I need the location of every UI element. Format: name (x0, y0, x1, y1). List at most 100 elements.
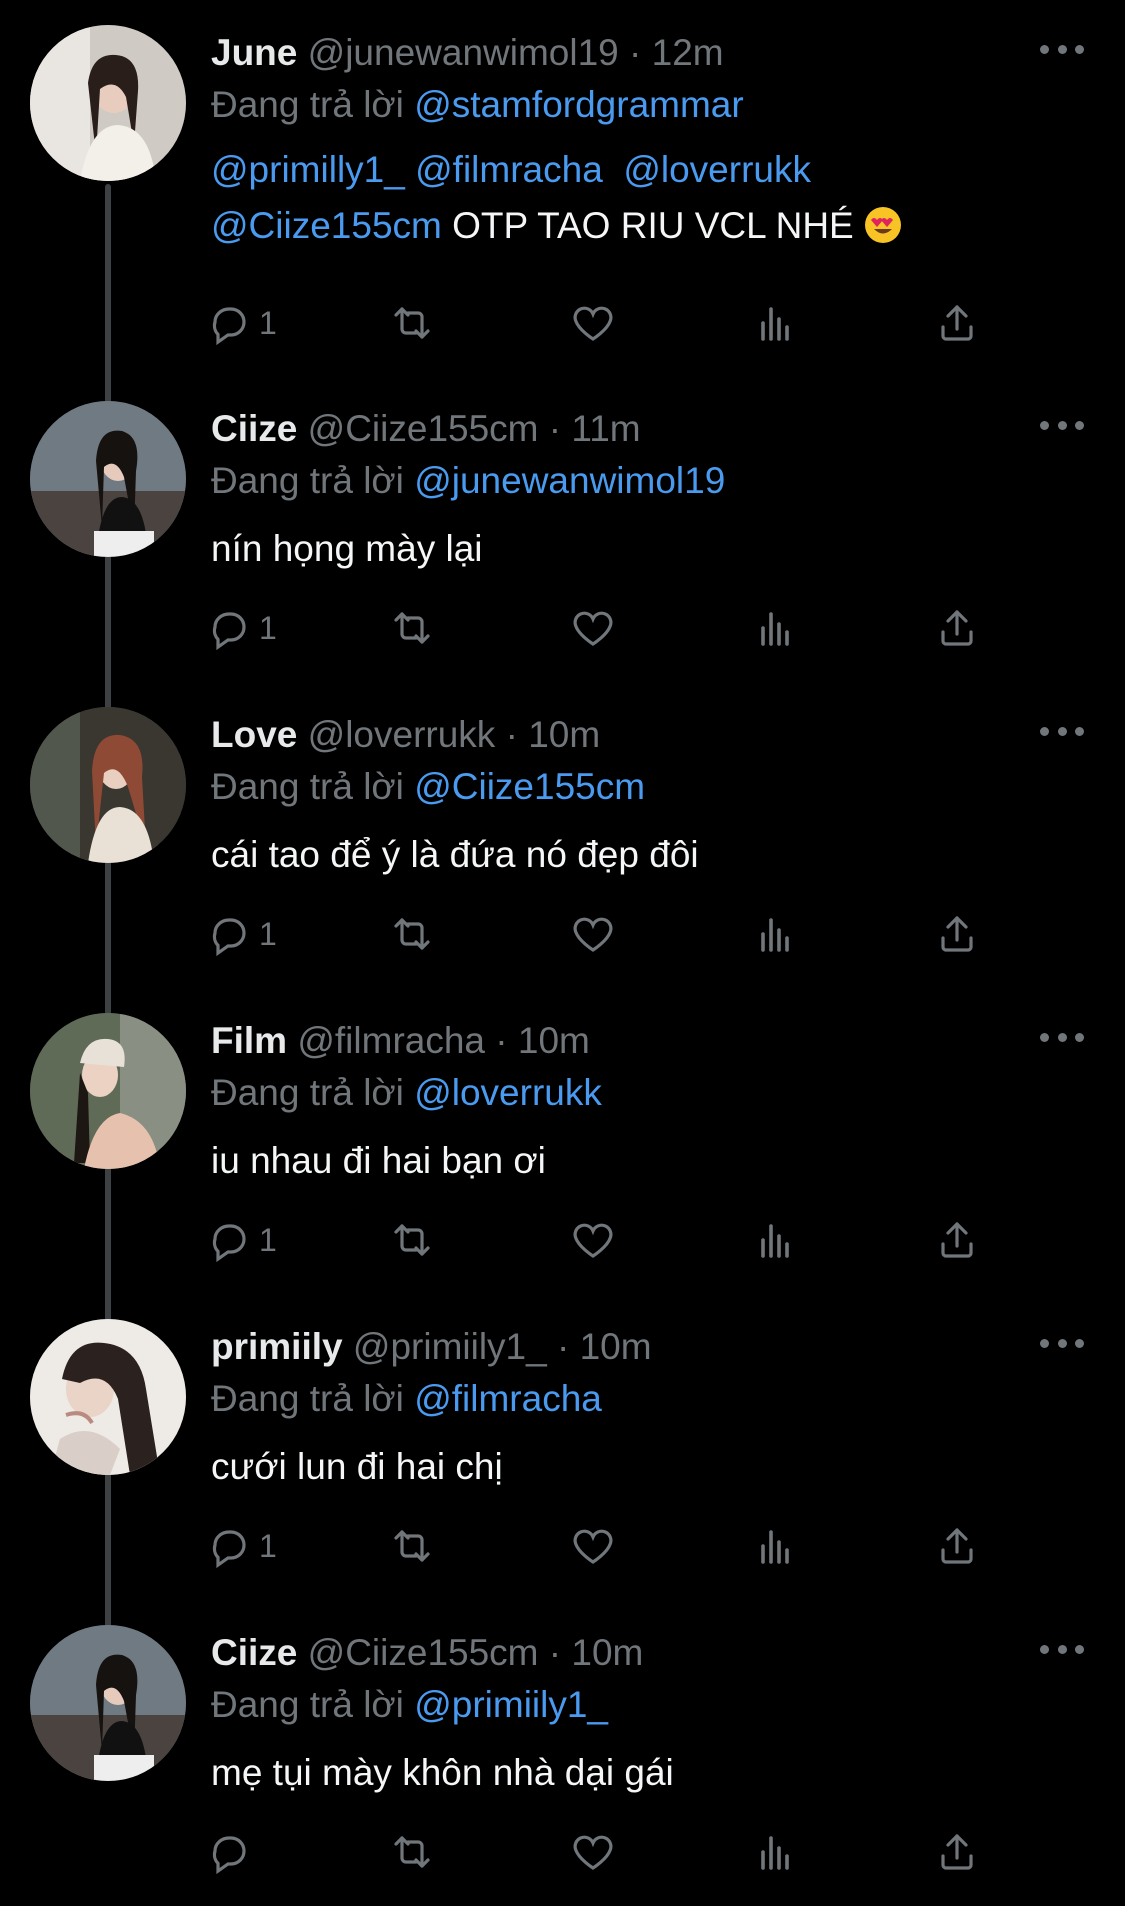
analytics-icon (751, 1522, 799, 1570)
heart-icon (569, 1522, 617, 1570)
mention-link[interactable]: @Ciize155cm (211, 205, 442, 246)
share-button[interactable] (933, 906, 981, 962)
like-button[interactable] (569, 600, 617, 656)
views-button[interactable] (751, 600, 799, 656)
user-handle[interactable]: @Ciize155cm (308, 1632, 539, 1673)
reply-icon (205, 604, 253, 652)
avatar[interactable] (30, 401, 186, 557)
analytics-icon (751, 604, 799, 652)
share-button[interactable] (933, 1824, 981, 1880)
avatar[interactable] (30, 707, 186, 863)
reply-icon (205, 1216, 253, 1264)
replying-to-label: Đang trả lời (211, 1378, 404, 1419)
mention-link[interactable]: @loverrukk (623, 149, 811, 190)
reply-button[interactable]: 1 (205, 600, 277, 656)
timestamp[interactable]: 12m (652, 32, 724, 73)
tweet[interactable]: June @junewanwimol19 · 12m Đang trả lời … (0, 0, 1125, 346)
mention-link[interactable]: @primiily1_ (414, 1684, 608, 1725)
display-name[interactable]: Ciize (211, 408, 297, 449)
user-handle[interactable]: @filmracha (297, 1020, 485, 1061)
mention-link[interactable]: @loverrukk (414, 1072, 602, 1113)
share-button[interactable] (933, 295, 981, 351)
mention-link[interactable]: @junewanwimol19 (414, 460, 725, 501)
timestamp[interactable]: 10m (580, 1326, 652, 1367)
separator-dot: · (548, 1632, 562, 1673)
avatar[interactable] (30, 1319, 186, 1475)
tweet[interactable]: Film @filmracha · 10m Đang trả lời @lover… (0, 988, 1125, 1294)
retweet-button[interactable] (388, 1824, 436, 1880)
mention-link[interactable]: @primilly1_ (211, 149, 405, 190)
tweet-text: iu nhau đi hai bạn ơi (211, 1140, 546, 1181)
timestamp[interactable]: 10m (528, 714, 600, 755)
display-name[interactable]: Film (211, 1020, 287, 1061)
display-name[interactable]: June (211, 32, 297, 73)
user-handle[interactable]: @loverrukk (308, 714, 496, 755)
retweet-icon (388, 299, 436, 347)
replying-to-label: Đang trả lời (211, 766, 404, 807)
more-dots-icon[interactable] (1040, 1334, 1084, 1352)
like-button[interactable] (569, 1824, 617, 1880)
more-dots-icon[interactable] (1040, 1640, 1084, 1658)
display-name[interactable]: primiily (211, 1326, 343, 1367)
tweet[interactable]: Ciize @Ciize155cm · 11m Đang trả lời @jun… (0, 376, 1125, 682)
more-dots-icon[interactable] (1040, 40, 1084, 58)
views-button[interactable] (751, 1824, 799, 1880)
reply-button[interactable]: 1 (205, 1212, 277, 1268)
replying-to: Đang trả lời @loverrukk (211, 1068, 602, 1118)
reply-count: 1 (259, 1527, 277, 1564)
views-button[interactable] (751, 906, 799, 962)
avatar[interactable] (30, 1625, 186, 1781)
reply-count: 1 (259, 915, 277, 952)
share-button[interactable] (933, 1212, 981, 1268)
retweet-button[interactable] (388, 906, 436, 962)
share-button[interactable] (933, 600, 981, 656)
views-button[interactable] (751, 1212, 799, 1268)
tweet-actions (211, 1824, 1001, 1880)
timestamp[interactable]: 10m (518, 1020, 590, 1061)
reply-button[interactable]: 1 (205, 295, 277, 351)
replying-to-label: Đang trả lời (211, 84, 404, 125)
tweet-text: @primilly1_ @filmracha @loverrukk @Ciize… (211, 142, 902, 254)
reply-button[interactable]: 1 (205, 906, 277, 962)
tweet[interactable]: Love @loverrukk · 10m Đang trả lời @Ciize… (0, 682, 1125, 988)
display-name[interactable]: Ciize (211, 1632, 297, 1673)
display-name[interactable]: Love (211, 714, 297, 755)
separator-dot: · (557, 1326, 570, 1367)
views-button[interactable] (751, 1518, 799, 1574)
timestamp[interactable]: 11m (571, 408, 640, 449)
reply-button[interactable] (205, 1824, 259, 1880)
like-button[interactable] (569, 295, 617, 351)
like-button[interactable] (569, 1518, 617, 1574)
user-handle[interactable]: @Ciize155cm (308, 408, 539, 449)
mention-link[interactable]: @Ciize155cm (414, 766, 645, 807)
user-handle[interactable]: @junewanwimol19 (308, 32, 619, 73)
retweet-button[interactable] (388, 1212, 436, 1268)
replying-to-label: Đang trả lời (211, 1072, 404, 1113)
share-button[interactable] (933, 1518, 981, 1574)
mention-link[interactable]: @filmracha (414, 1378, 602, 1419)
views-button[interactable] (751, 295, 799, 351)
analytics-icon (751, 299, 799, 347)
separator-dot: · (505, 714, 518, 755)
more-dots-icon[interactable] (1040, 1028, 1084, 1046)
tweet[interactable]: Ciize @Ciize155cm · 10m Đang trả lời @pri… (0, 1600, 1125, 1906)
retweet-button[interactable] (388, 295, 436, 351)
avatar[interactable] (30, 25, 186, 181)
like-button[interactable] (569, 1212, 617, 1268)
like-button[interactable] (569, 906, 617, 962)
more-dots-icon[interactable] (1040, 722, 1084, 740)
retweet-button[interactable] (388, 1518, 436, 1574)
mention-link[interactable]: @filmracha (415, 149, 603, 190)
tweet-text: cưới lun đi hai chị (211, 1446, 503, 1487)
reply-button[interactable]: 1 (205, 1518, 277, 1574)
retweet-button[interactable] (388, 600, 436, 656)
avatar[interactable] (30, 1013, 186, 1169)
retweet-icon (388, 1522, 436, 1570)
mention-link[interactable]: @stamfordgrammar (414, 84, 744, 125)
timestamp[interactable]: 10m (571, 1632, 643, 1673)
share-icon (933, 299, 981, 347)
tweet[interactable]: primiily @primiily1_ · 10m Đang trả lời @… (0, 1294, 1125, 1600)
more-dots-icon[interactable] (1040, 416, 1084, 434)
heart-icon (569, 1216, 617, 1264)
user-handle[interactable]: @primiily1_ (353, 1326, 547, 1367)
